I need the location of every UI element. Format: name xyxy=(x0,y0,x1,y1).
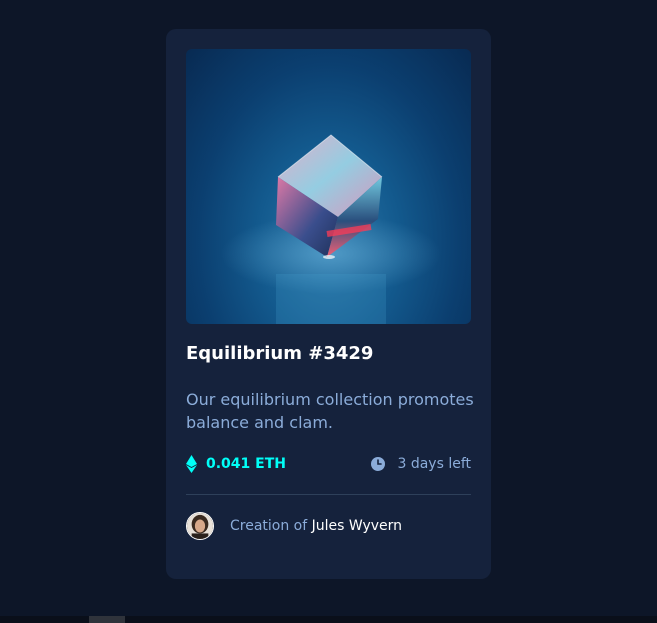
ethereum-icon xyxy=(186,455,197,473)
avatar xyxy=(186,512,214,540)
divider xyxy=(186,494,471,495)
creator-text: Creation of Jules Wyvern xyxy=(230,518,402,534)
time-left-text: 3 days left xyxy=(397,456,471,472)
nft-title[interactable]: Equilibrium #3429 xyxy=(186,343,373,364)
creator-prefix: Creation of xyxy=(230,518,312,534)
page: Equilibrium #3429 Our equilibrium collec… xyxy=(0,0,657,623)
nft-description: Our equilibrium collection promotes bala… xyxy=(186,390,474,432)
nft-card: Equilibrium #3429 Our equilibrium collec… xyxy=(166,29,491,579)
bottom-bar xyxy=(0,616,657,623)
nft-image[interactable] xyxy=(186,49,471,324)
time-remaining: 3 days left xyxy=(371,453,471,475)
avatar-image xyxy=(187,513,213,539)
price: 0.041 ETH xyxy=(186,453,286,475)
nft-meta: 0.041 ETH 3 days left xyxy=(186,453,471,475)
taskbar-item[interactable] xyxy=(89,616,125,623)
price-value: 0.041 ETH xyxy=(206,456,286,472)
creator-row: Creation of Jules Wyvern xyxy=(186,511,402,541)
clock-icon xyxy=(371,457,386,471)
cube-illustration xyxy=(221,134,441,324)
creator-name-link[interactable]: Jules Wyvern xyxy=(312,518,402,534)
